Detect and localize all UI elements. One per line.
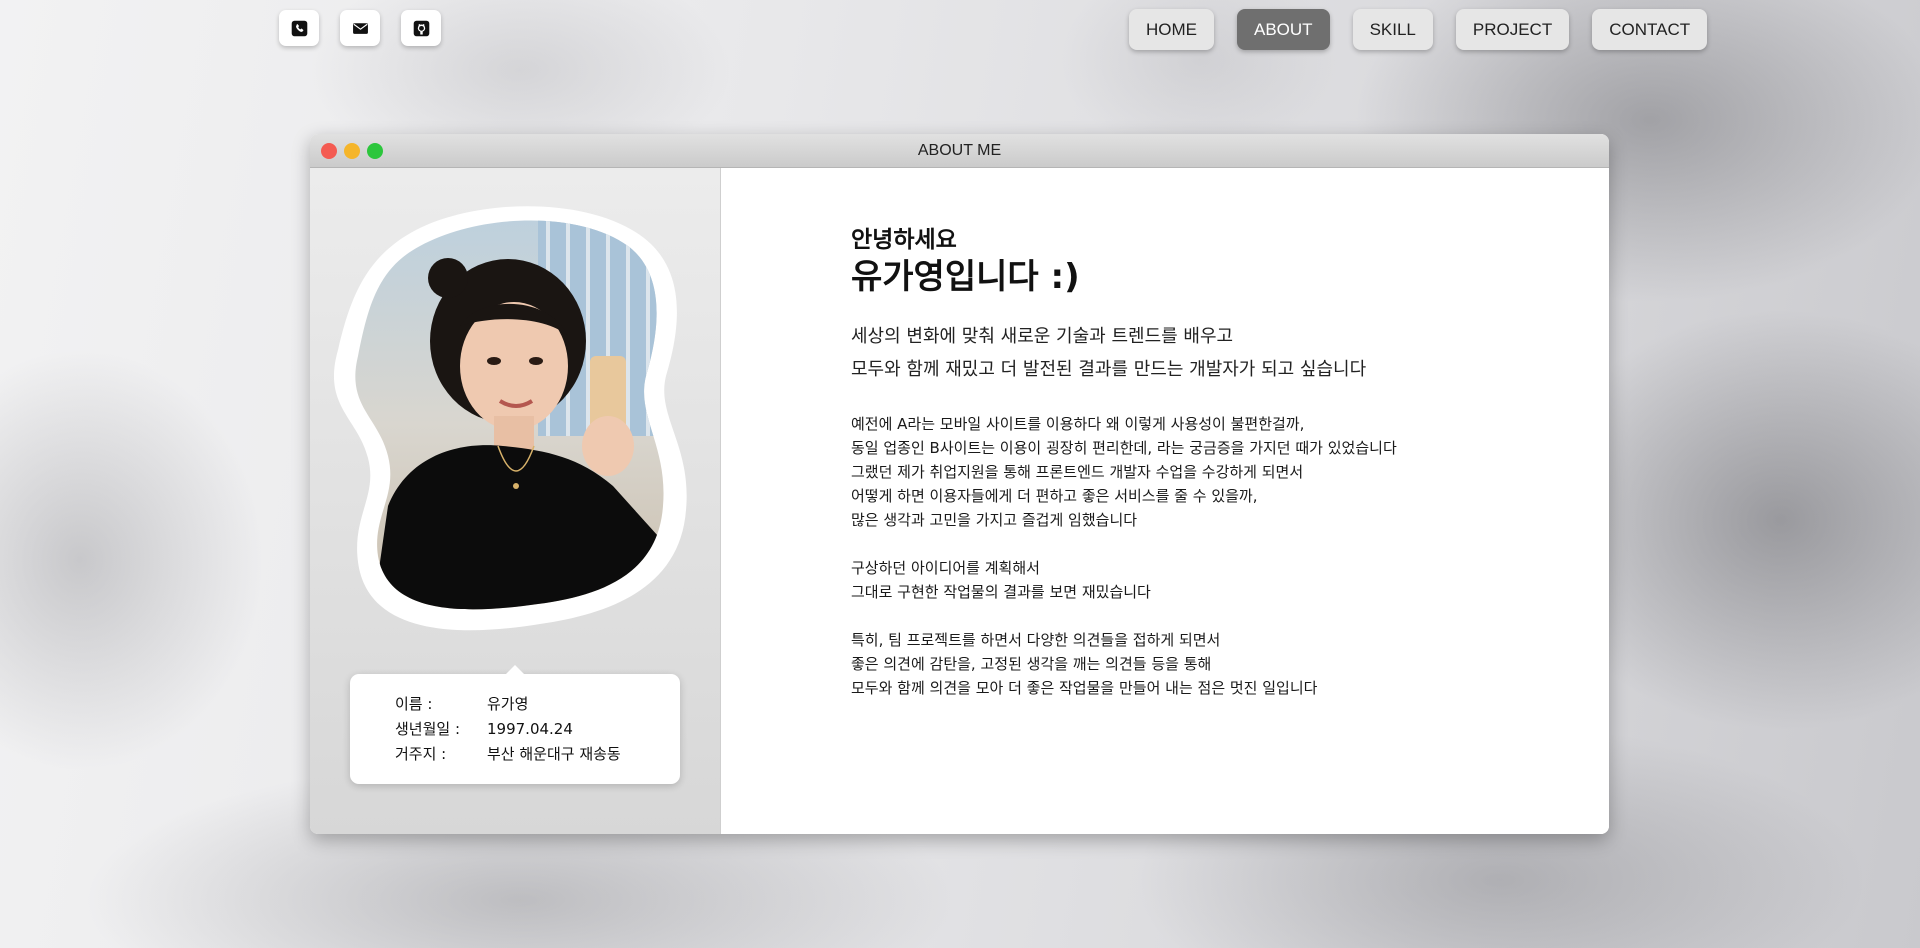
profile-photo-image — [333, 206, 687, 631]
nav-about[interactable]: ABOUT — [1237, 9, 1330, 50]
greeting-heading: 안녕하세요 — [851, 227, 957, 253]
paragraph-2: 구상하던 아이디어를 계획해서 그대로 구현한 작업물의 결과를 보면 재밌습니… — [851, 556, 1551, 604]
email-button[interactable] — [340, 10, 380, 46]
close-button[interactable] — [321, 143, 337, 159]
residence-value: 부산 해운대구 재송동 — [487, 745, 621, 763]
about-content: 안녕하세요 유가영입니다 :) 세상의 변화에 맞춰 새로운 기술과 트렌드를 … — [721, 168, 1609, 834]
nav-contact[interactable]: CONTACT — [1592, 9, 1708, 50]
nav-home[interactable]: HOME — [1129, 9, 1214, 50]
github-icon — [413, 20, 429, 36]
social-links — [279, 10, 441, 46]
main-nav: HOME ABOUT SKILL PROJECT CONTACT — [1129, 9, 1708, 50]
paragraph-line: 예전에 A라는 모바일 사이트를 이용하다 왜 이렇게 사용성이 불편한걸까, — [851, 415, 1305, 433]
name-value: 유가영 — [487, 695, 529, 713]
paragraph-line: 그대로 구현한 작업물의 결과를 보면 재밌습니다 — [851, 583, 1151, 601]
profile-photo — [328, 206, 706, 642]
phone-button[interactable] — [279, 10, 319, 46]
info-row-birth: 생년월일 : 1997.04.24 — [395, 717, 680, 742]
maximize-button[interactable] — [367, 143, 383, 159]
window-titlebar[interactable]: ABOUT ME — [310, 134, 1609, 168]
github-button[interactable] — [401, 10, 441, 46]
minimize-button[interactable] — [344, 143, 360, 159]
window-title: ABOUT ME — [917, 141, 1002, 159]
paragraph-line: 동일 업종인 B사이트는 이용이 굉장히 편리한데, 라는 궁금증을 가지던 때… — [851, 439, 1397, 457]
info-row-name: 이름 : 유가영 — [395, 692, 680, 717]
motto-line: 세상의 변화에 맞춰 새로운 기술과 트렌드를 배우고 — [851, 326, 1234, 347]
paragraph-line: 많은 생각과 고민을 가지고 즐겁게 임했습니다 — [851, 511, 1138, 529]
paragraph-line: 특히, 팀 프로젝트를 하면서 다양한 의견들을 접하게 되면서 — [851, 631, 1221, 649]
nav-skill[interactable]: SKILL — [1352, 9, 1433, 50]
intro-text: 안녕하세요 유가영입니다 :) 세상의 변화에 맞춰 새로운 기술과 트렌드를 … — [851, 226, 1551, 700]
paragraph-line: 그랬던 제가 취업지원을 통해 프론트엔드 개발자 수업을 수강하게 되면서 — [851, 463, 1304, 481]
name-heading: 유가영입니다 :) — [851, 257, 1080, 297]
phone-icon — [291, 20, 307, 36]
birth-value: 1997.04.24 — [487, 720, 573, 738]
info-row-residence: 거주지 : 부산 해운대구 재송동 — [395, 742, 680, 767]
profile-info-card: 이름 : 유가영 생년월일 : 1997.04.24 거주지 : 부산 해운대구… — [350, 665, 680, 784]
nav-project[interactable]: PROJECT — [1455, 9, 1570, 50]
paragraph-line: 모두와 함께 의견을 모아 더 좋은 작업물을 만들어 내는 점은 멋진 일입니… — [851, 679, 1318, 697]
paragraph-line: 어떻게 하면 이용자들에게 더 편하고 좋은 서비스를 줄 수 있을까, — [851, 487, 1258, 505]
mail-icon — [352, 22, 368, 34]
profile-sidebar: 이름 : 유가영 생년월일 : 1997.04.24 거주지 : 부산 해운대구… — [310, 168, 721, 834]
paragraph-line: 구상하던 아이디어를 계획해서 — [851, 559, 1040, 577]
name-label: 이름 : — [395, 695, 433, 713]
about-window: ABOUT ME 이름: 유가영 생년월일: 1997.04.24 거주지 … — [310, 134, 1609, 834]
residence-label: 거주지 : — [395, 745, 447, 763]
window-controls — [321, 143, 383, 159]
motto-line: 모두와 함께 재밌고 더 발전된 결과를 만드는 개발자가 되고 싶습니다 — [851, 359, 1367, 380]
paragraph-3: 특히, 팀 프로젝트를 하면서 다양한 의견들을 접하게 되면서 좋은 의견에 … — [851, 628, 1551, 700]
birth-label: 생년월일 : — [395, 720, 461, 738]
motto-text: 세상의 변화에 맞춰 새로운 기술과 트렌드를 배우고 모두와 함께 재밌고 더… — [851, 320, 1551, 386]
paragraph-line: 좋은 의견에 감탄을, 고정된 생각을 깨는 의견들 등을 통해 — [851, 655, 1212, 673]
paragraph-1: 예전에 A라는 모바일 사이트를 이용하다 왜 이렇게 사용성이 불편한걸까, … — [851, 412, 1551, 532]
